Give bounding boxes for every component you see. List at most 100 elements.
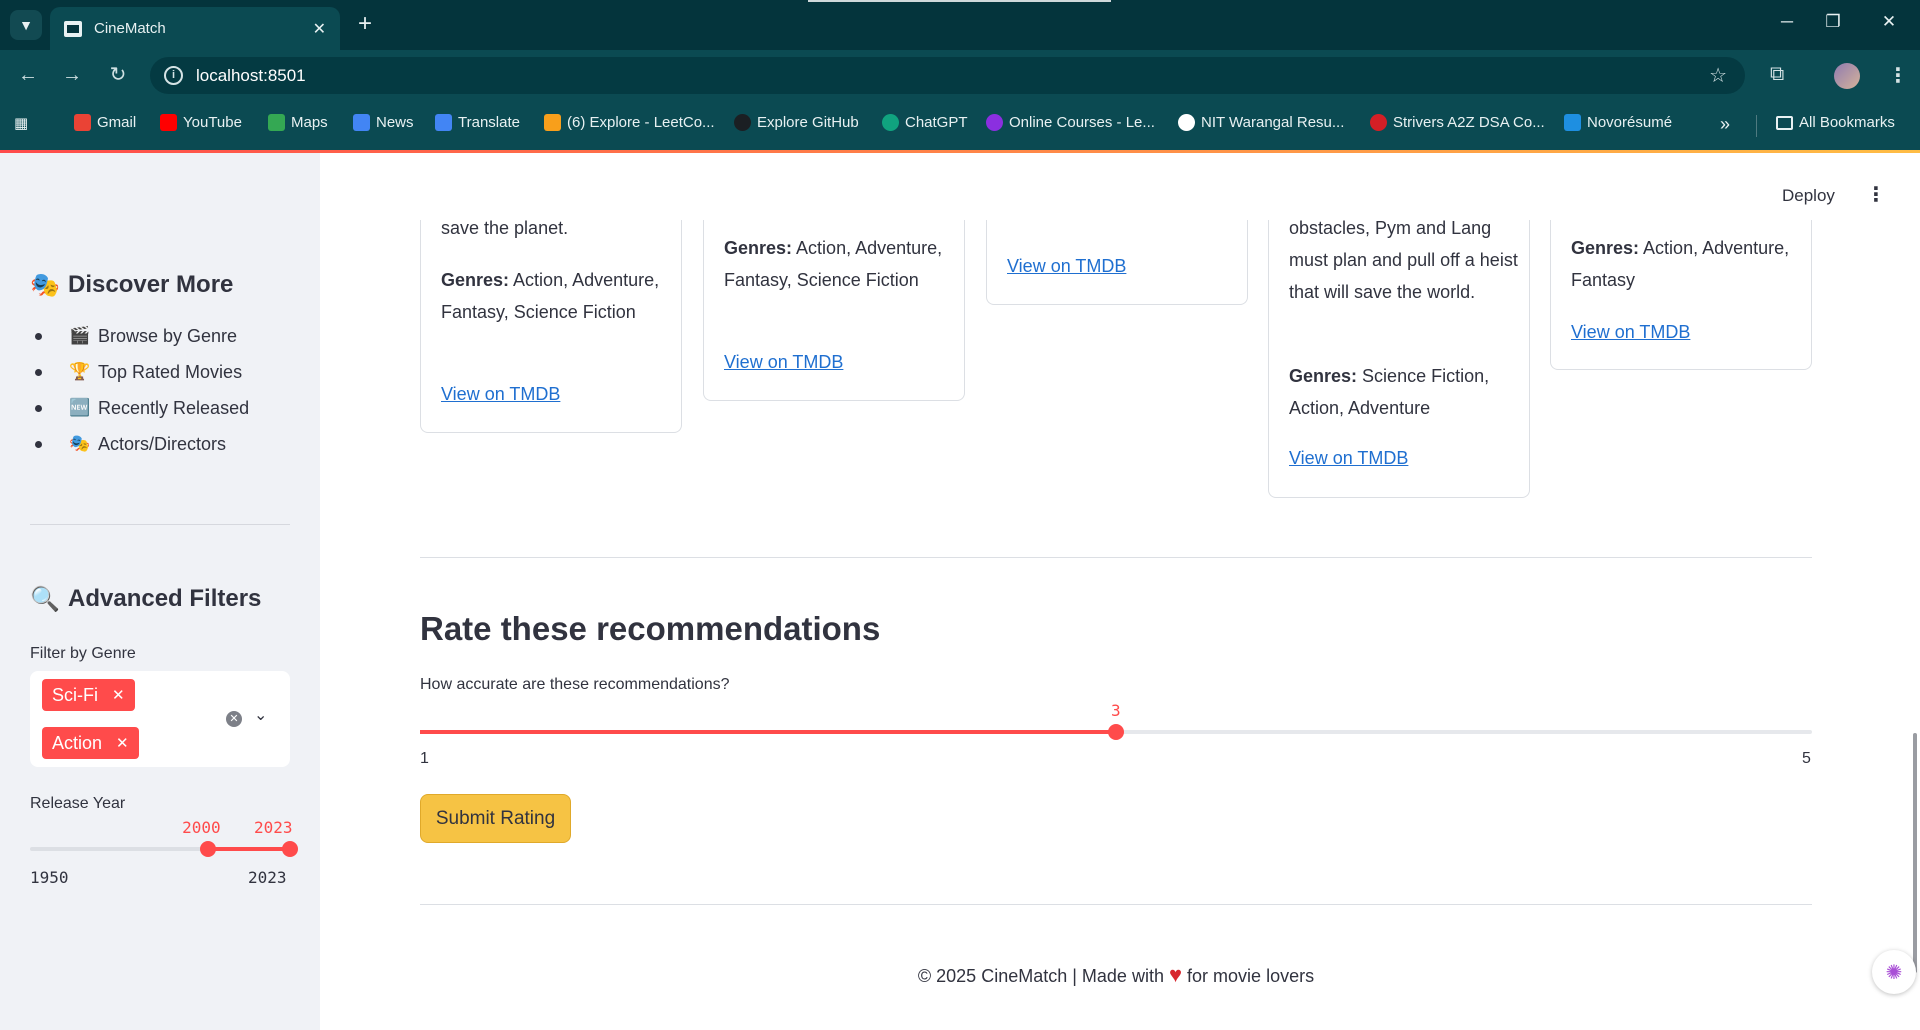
year-low-thumb[interactable] bbox=[200, 841, 217, 857]
nit-icon bbox=[1178, 114, 1195, 131]
tmdb-link[interactable]: View on TMDB bbox=[441, 384, 560, 405]
bookmark-translate[interactable]: Translate bbox=[435, 114, 520, 131]
remove-chip-icon[interactable]: ✕ bbox=[112, 686, 125, 704]
list-item: 🏆 Top Rated Movies bbox=[30, 354, 249, 390]
genre-chip[interactable]: Sci-Fi ✕ bbox=[42, 679, 135, 711]
bookmark-strivers[interactable]: Strivers A2Z DSA Co... bbox=[1370, 114, 1545, 131]
novoresume-icon bbox=[1564, 114, 1581, 131]
card-genres: Genres: Action, Adventure, Fantasy, Scie… bbox=[441, 270, 660, 322]
rating-slider[interactable] bbox=[420, 724, 1812, 740]
extensions-icon[interactable]: ⧉ bbox=[1770, 63, 1784, 86]
card-genres: Genres: Action, Adventure, Fantasy bbox=[1571, 238, 1790, 290]
profile-avatar[interactable] bbox=[1834, 63, 1860, 89]
rating-min-label: 1 bbox=[420, 750, 429, 767]
card-genres: Genres: Science Fiction, Action, Adventu… bbox=[1289, 366, 1490, 418]
tab-loading-bar bbox=[808, 0, 1111, 2]
movie-card: View on TMDB bbox=[986, 220, 1248, 305]
bookmark-online-courses[interactable]: Online Courses - Le... bbox=[986, 114, 1155, 131]
app-menu-icon[interactable]: ⋮ bbox=[1866, 182, 1886, 207]
year-low-value: 2000 bbox=[182, 818, 221, 837]
rating-question: How accurate are these recommendations? bbox=[420, 676, 730, 693]
year-min-label: 1950 bbox=[30, 868, 69, 887]
year-high-thumb[interactable] bbox=[282, 841, 298, 857]
bookmark-leetcode[interactable]: (6) Explore - LeetCo... bbox=[544, 114, 715, 131]
list-item: 🎭 Actors/Directors bbox=[30, 426, 249, 462]
bullet bbox=[35, 404, 42, 412]
footer: © 2025 CineMatch | Made with ♥ for movie… bbox=[917, 962, 1315, 987]
apps-grid-icon[interactable]: ▦ bbox=[14, 114, 28, 132]
chevron-down-icon[interactable]: ⌄ bbox=[254, 705, 267, 725]
trophy-icon: 🏆 bbox=[69, 362, 91, 381]
genre-chip[interactable]: Action ✕ bbox=[42, 727, 139, 759]
clapperboard-icon bbox=[64, 20, 82, 37]
forward-icon[interactable]: → bbox=[58, 62, 86, 90]
heart-icon: ♥ bbox=[1168, 962, 1183, 987]
rating-fill bbox=[420, 730, 1116, 734]
discover-list: 🎬 Browse by Genre 🏆 Top Rated Movies 🆕 Rece… bbox=[30, 318, 249, 462]
tab-title: CineMatch bbox=[94, 20, 166, 37]
discover-heading: 🎭 Discover More bbox=[30, 271, 234, 299]
leetcode-icon bbox=[544, 114, 561, 131]
address-bar[interactable]: i localhost:8501 ☆ bbox=[150, 57, 1745, 94]
bookmark-news[interactable]: News bbox=[353, 114, 414, 131]
card-overview: obstacles, Pym and Lang must plan and pu… bbox=[1289, 218, 1518, 302]
submit-rating-button[interactable]: Submit Rating bbox=[420, 794, 571, 843]
sidebar-divider bbox=[30, 524, 290, 525]
all-bookmarks[interactable]: All Bookmarks bbox=[1776, 114, 1895, 131]
tmdb-link[interactable]: View on TMDB bbox=[1571, 322, 1690, 343]
maps-icon bbox=[268, 114, 285, 131]
github-icon bbox=[734, 114, 751, 131]
bookmark-gmail[interactable]: Gmail bbox=[74, 114, 136, 131]
strivers-icon bbox=[1370, 114, 1387, 131]
minimize-icon[interactable]: ─ bbox=[1772, 12, 1802, 32]
new-badge-icon: 🆕 bbox=[69, 398, 91, 417]
more-bookmarks-icon[interactable]: » bbox=[1720, 114, 1730, 135]
filters-heading: 🔍 Advanced Filters bbox=[30, 585, 262, 613]
bookmark-github[interactable]: Explore GitHub bbox=[734, 114, 859, 131]
movie-card: Genres: Action, Adventure, Fantasy, Scie… bbox=[703, 220, 965, 401]
card-genres: Genres: Action, Adventure, Fantasy, Scie… bbox=[724, 238, 943, 290]
clear-all-icon[interactable]: ✕ bbox=[226, 711, 242, 727]
bookmark-star-icon[interactable]: ☆ bbox=[1709, 63, 1727, 88]
restore-icon[interactable]: ❐ bbox=[1818, 12, 1848, 32]
rating-thumb[interactable] bbox=[1108, 724, 1124, 740]
footer-divider bbox=[420, 904, 1812, 905]
tmdb-link[interactable]: View on TMDB bbox=[1289, 448, 1408, 469]
folder-icon bbox=[1776, 115, 1793, 130]
remove-chip-icon[interactable]: ✕ bbox=[116, 734, 129, 752]
rating-value: 3 bbox=[1111, 701, 1121, 720]
bookmark-youtube[interactable]: YouTube bbox=[160, 114, 242, 131]
close-window-icon[interactable]: ✕ bbox=[1874, 12, 1904, 32]
scrollbar-thumb[interactable] bbox=[1913, 733, 1917, 973]
bookmark-nit-warangal[interactable]: NIT Warangal Resu... bbox=[1178, 114, 1344, 131]
theater-masks-icon: 🎭 bbox=[30, 271, 60, 299]
movie-card: obstacles, Pym and Lang must plan and pu… bbox=[1268, 218, 1530, 498]
year-high-value: 2023 bbox=[254, 818, 293, 837]
rating-heading: Rate these recommendations bbox=[420, 610, 881, 647]
bookmark-novoresume[interactable]: Novorésumé bbox=[1564, 114, 1672, 131]
youtube-icon bbox=[160, 114, 177, 131]
movie-card: save the planet. Genres: Action, Adventu… bbox=[420, 218, 682, 433]
rating-max-label: 5 bbox=[1802, 750, 1811, 767]
year-range-slider[interactable] bbox=[30, 841, 298, 857]
reload-icon[interactable]: ↻ bbox=[104, 62, 132, 90]
chatgpt-icon bbox=[882, 114, 899, 131]
assistant-brain-icon[interactable]: ✺ bbox=[1872, 950, 1916, 994]
browser-tab-bar: ▼ CineMatch ✕ + ─ ❐ ✕ bbox=[0, 0, 1920, 50]
browser-toolbar: ← → ↻ i localhost:8501 ☆ ⧉ ⋮ bbox=[0, 50, 1920, 100]
tmdb-link[interactable]: View on TMDB bbox=[1007, 256, 1126, 277]
theater-masks-icon: 🎭 bbox=[69, 434, 91, 453]
genre-multiselect[interactable]: Sci-Fi ✕ Action ✕ ✕ ⌄ bbox=[30, 671, 290, 767]
tab-close-icon[interactable]: ✕ bbox=[313, 19, 326, 39]
deploy-button[interactable]: Deploy bbox=[1782, 186, 1835, 206]
bookmark-maps[interactable]: Maps bbox=[268, 114, 328, 131]
movie-card: Genres: Action, Adventure, Fantasy View … bbox=[1550, 220, 1812, 370]
menu-kebab-icon[interactable]: ⋮ bbox=[1888, 63, 1908, 88]
browser-tab[interactable]: CineMatch ✕ bbox=[50, 7, 340, 50]
site-info-icon[interactable]: i bbox=[164, 66, 183, 85]
tab-search-button[interactable]: ▼ bbox=[10, 10, 42, 40]
tmdb-link[interactable]: View on TMDB bbox=[724, 352, 843, 373]
new-tab-button[interactable]: + bbox=[350, 11, 380, 39]
bookmark-chatgpt[interactable]: ChatGPT bbox=[882, 114, 968, 131]
back-icon[interactable]: ← bbox=[14, 62, 42, 90]
